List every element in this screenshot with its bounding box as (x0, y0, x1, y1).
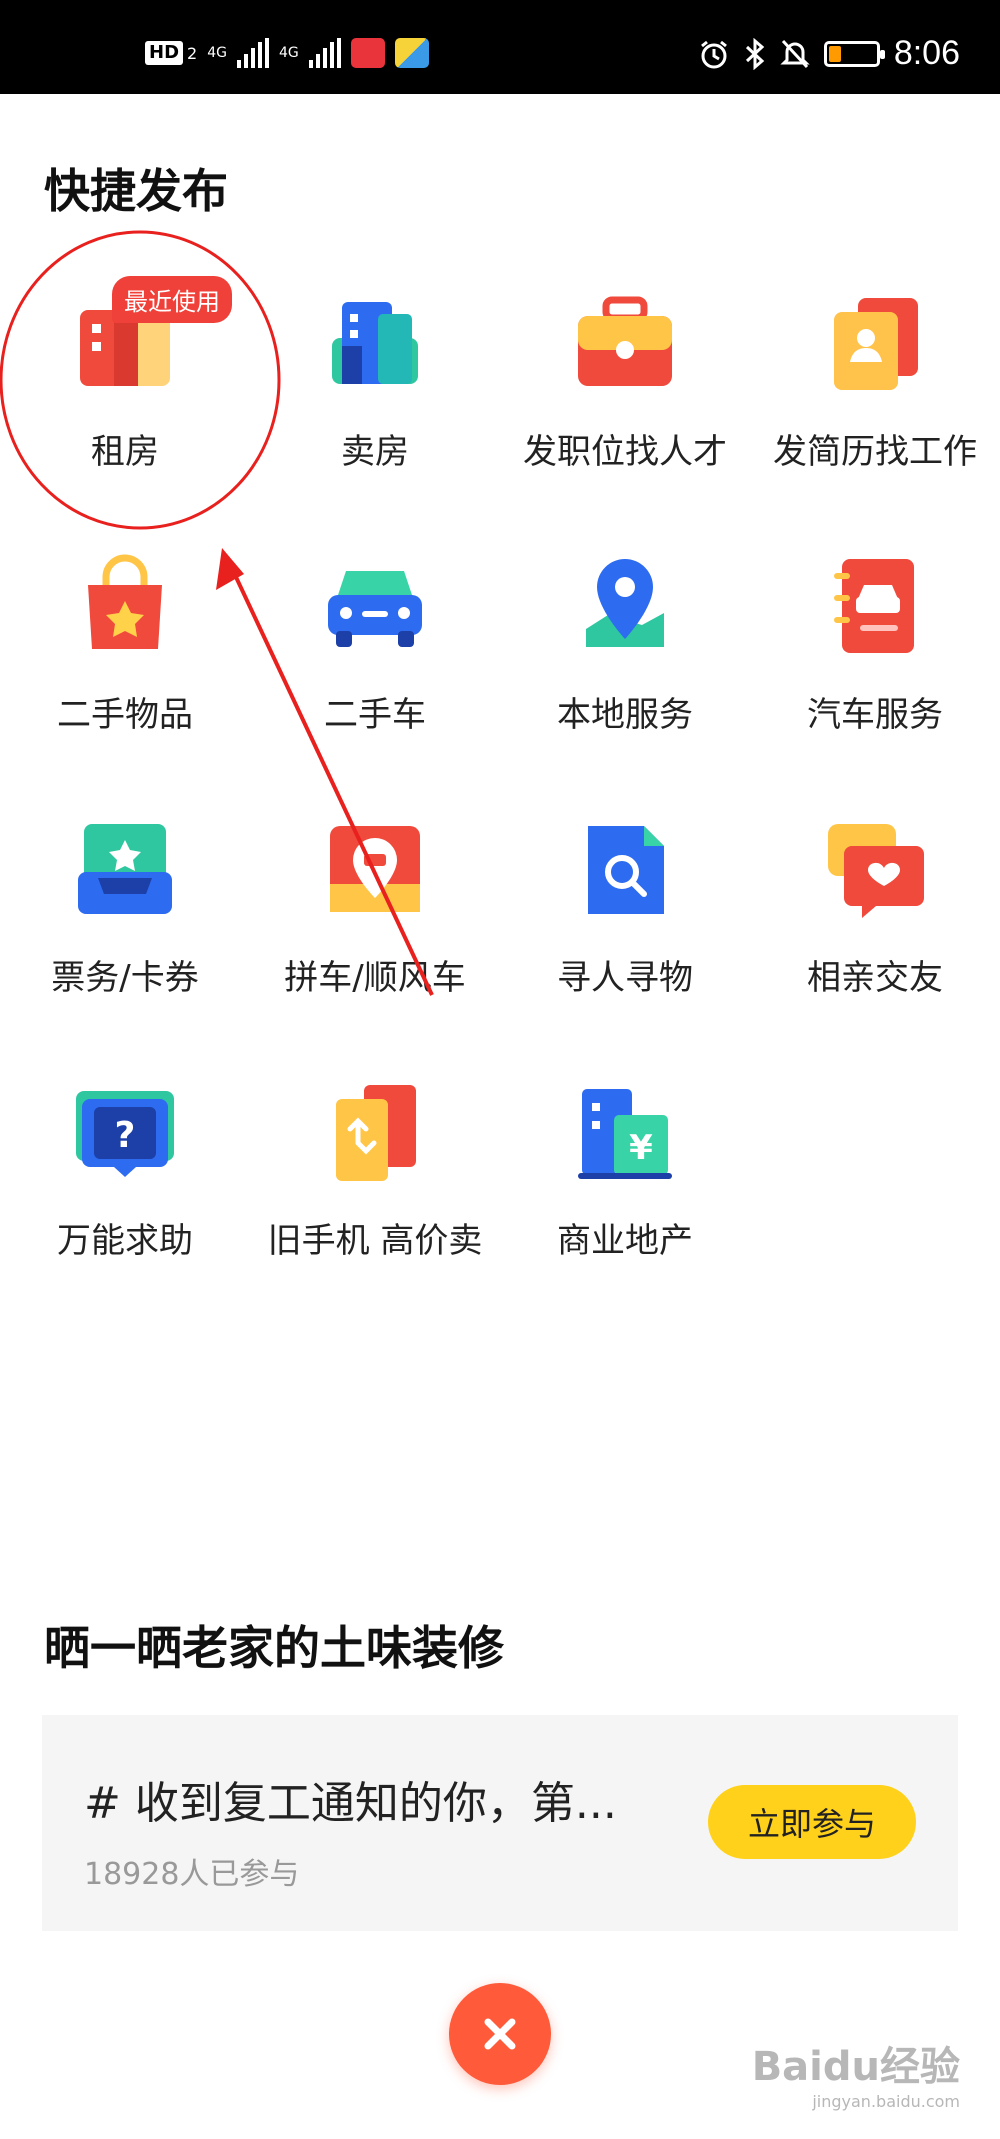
chat-heart-icon (828, 824, 924, 918)
resume-icon (834, 298, 918, 390)
car-icon (328, 571, 422, 647)
status-time: 8:06 (893, 34, 960, 72)
recent-badge: 最近使用 (112, 276, 232, 323)
quick-publish-grid: 最近使用 租房 卖房 发职位找人才 发简历找工作 二手物品 二手车 本地服务 汽… (0, 270, 1000, 1322)
search-document-icon (588, 826, 664, 914)
paper-plane-app-icon (394, 38, 429, 68)
grid-item-label: 发职位找人才 (523, 432, 727, 472)
grid-item-label: 卖房 (341, 432, 409, 472)
promo-title: 晒一晒老家的土味装修 (44, 1621, 504, 1675)
promo-card[interactable]: # 收到复工通知的你，第... 18928人已参与 立即参与 (42, 1715, 958, 1931)
huawei-app-icon (350, 38, 385, 68)
grid-item-commercial[interactable]: ¥ 商业地产 (500, 1059, 750, 1322)
grid-item-label: 发简历找工作 (773, 432, 977, 472)
help-book-icon: ? (76, 1091, 174, 1177)
network-type-2: 4G (278, 45, 299, 61)
grid-item-label: 商业地产 (557, 1221, 693, 1261)
grid-item-post-job[interactable]: 发职位找人才 (500, 270, 750, 533)
grid-item-label: 票务/卡券 (51, 958, 199, 998)
carpool-icon (330, 826, 420, 912)
promo-topic[interactable]: # 收到复工通知的你，第... (84, 1767, 617, 1831)
grid-item-label: 二手物品 (57, 695, 193, 735)
grid-item-label: 旧手机 高价卖 (267, 1221, 483, 1261)
shopping-bag-icon (88, 554, 162, 649)
close-icon (484, 2018, 516, 2050)
baidu-watermark: Baidu经验 jingyan.baidu.com (752, 2034, 960, 2111)
grid-item-label: 租房 (91, 432, 159, 472)
grid-item-car-service[interactable]: 汽车服务 (750, 533, 1000, 796)
svg-text:?: ? (115, 1115, 136, 1156)
phone-swap-icon (336, 1085, 416, 1181)
grid-item-sell-house[interactable]: 卖房 (250, 270, 500, 533)
grid-item-label: 本地服务 (557, 695, 693, 735)
grid-item-lost-found[interactable]: 寻人寻物 (500, 796, 750, 1059)
watermark-sub: jingyan.baidu.com (812, 2092, 960, 2111)
battery-icon (823, 40, 885, 67)
grid-item-label: 万能求助 (57, 1221, 193, 1261)
svg-text:¥: ¥ (629, 1128, 653, 1168)
close-button[interactable] (449, 1983, 551, 2085)
car-notebook-icon (834, 559, 914, 653)
briefcase-icon (578, 296, 672, 386)
grid-item-sell-phone[interactable]: 旧手机 高价卖 (250, 1059, 500, 1322)
signal-icon-2 (308, 38, 341, 68)
grid-item-label: 寻人寻物 (557, 958, 693, 998)
grid-item-label: 拼车/顺风车 (284, 958, 466, 998)
grid-item-post-resume[interactable]: 发简历找工作 (750, 270, 1000, 533)
hd-sub: 2 (187, 43, 198, 63)
quick-publish-title: 快捷发布 (44, 164, 228, 218)
mute-icon (780, 39, 810, 68)
grid-item-rent[interactable]: 最近使用 租房 (0, 270, 250, 533)
grid-item-label: 汽车服务 (807, 695, 943, 735)
bluetooth-icon (745, 37, 765, 70)
ticket-icon (78, 824, 172, 914)
grid-item-second-hand[interactable]: 二手物品 (0, 533, 250, 796)
sell-house-icon (332, 302, 418, 384)
grid-item-local-service[interactable]: 本地服务 (500, 533, 750, 796)
signal-icon (236, 38, 269, 68)
hd-badge: HD (145, 41, 184, 65)
watermark-main: Baidu经验 (751, 2044, 960, 2090)
grid-item-label: 相亲交友 (807, 958, 943, 998)
join-now-button[interactable]: 立即参与 (708, 1785, 916, 1859)
network-type-1: 4G (207, 45, 227, 61)
location-pin-icon (586, 559, 664, 647)
alarm-icon (700, 40, 727, 68)
commercial-building-icon: ¥ (578, 1089, 672, 1179)
grid-item-dating[interactable]: 相亲交友 (750, 796, 1000, 1059)
grid-item-label: 二手车 (324, 695, 426, 735)
status-right: 8:06 (698, 34, 960, 73)
status-bar: HD 2 4G 4G 8:06 (0, 0, 1000, 94)
grid-item-carpool[interactable]: 拼车/顺风车 (250, 796, 500, 1059)
promo-participant-count: 18928人已参与 (84, 1857, 300, 1892)
grid-item-used-car[interactable]: 二手车 (250, 533, 500, 796)
grid-item-tickets[interactable]: 票务/卡券 (0, 796, 250, 1059)
grid-item-help[interactable]: ? 万能求助 (0, 1059, 250, 1322)
status-left: HD 2 4G 4G (145, 38, 429, 68)
